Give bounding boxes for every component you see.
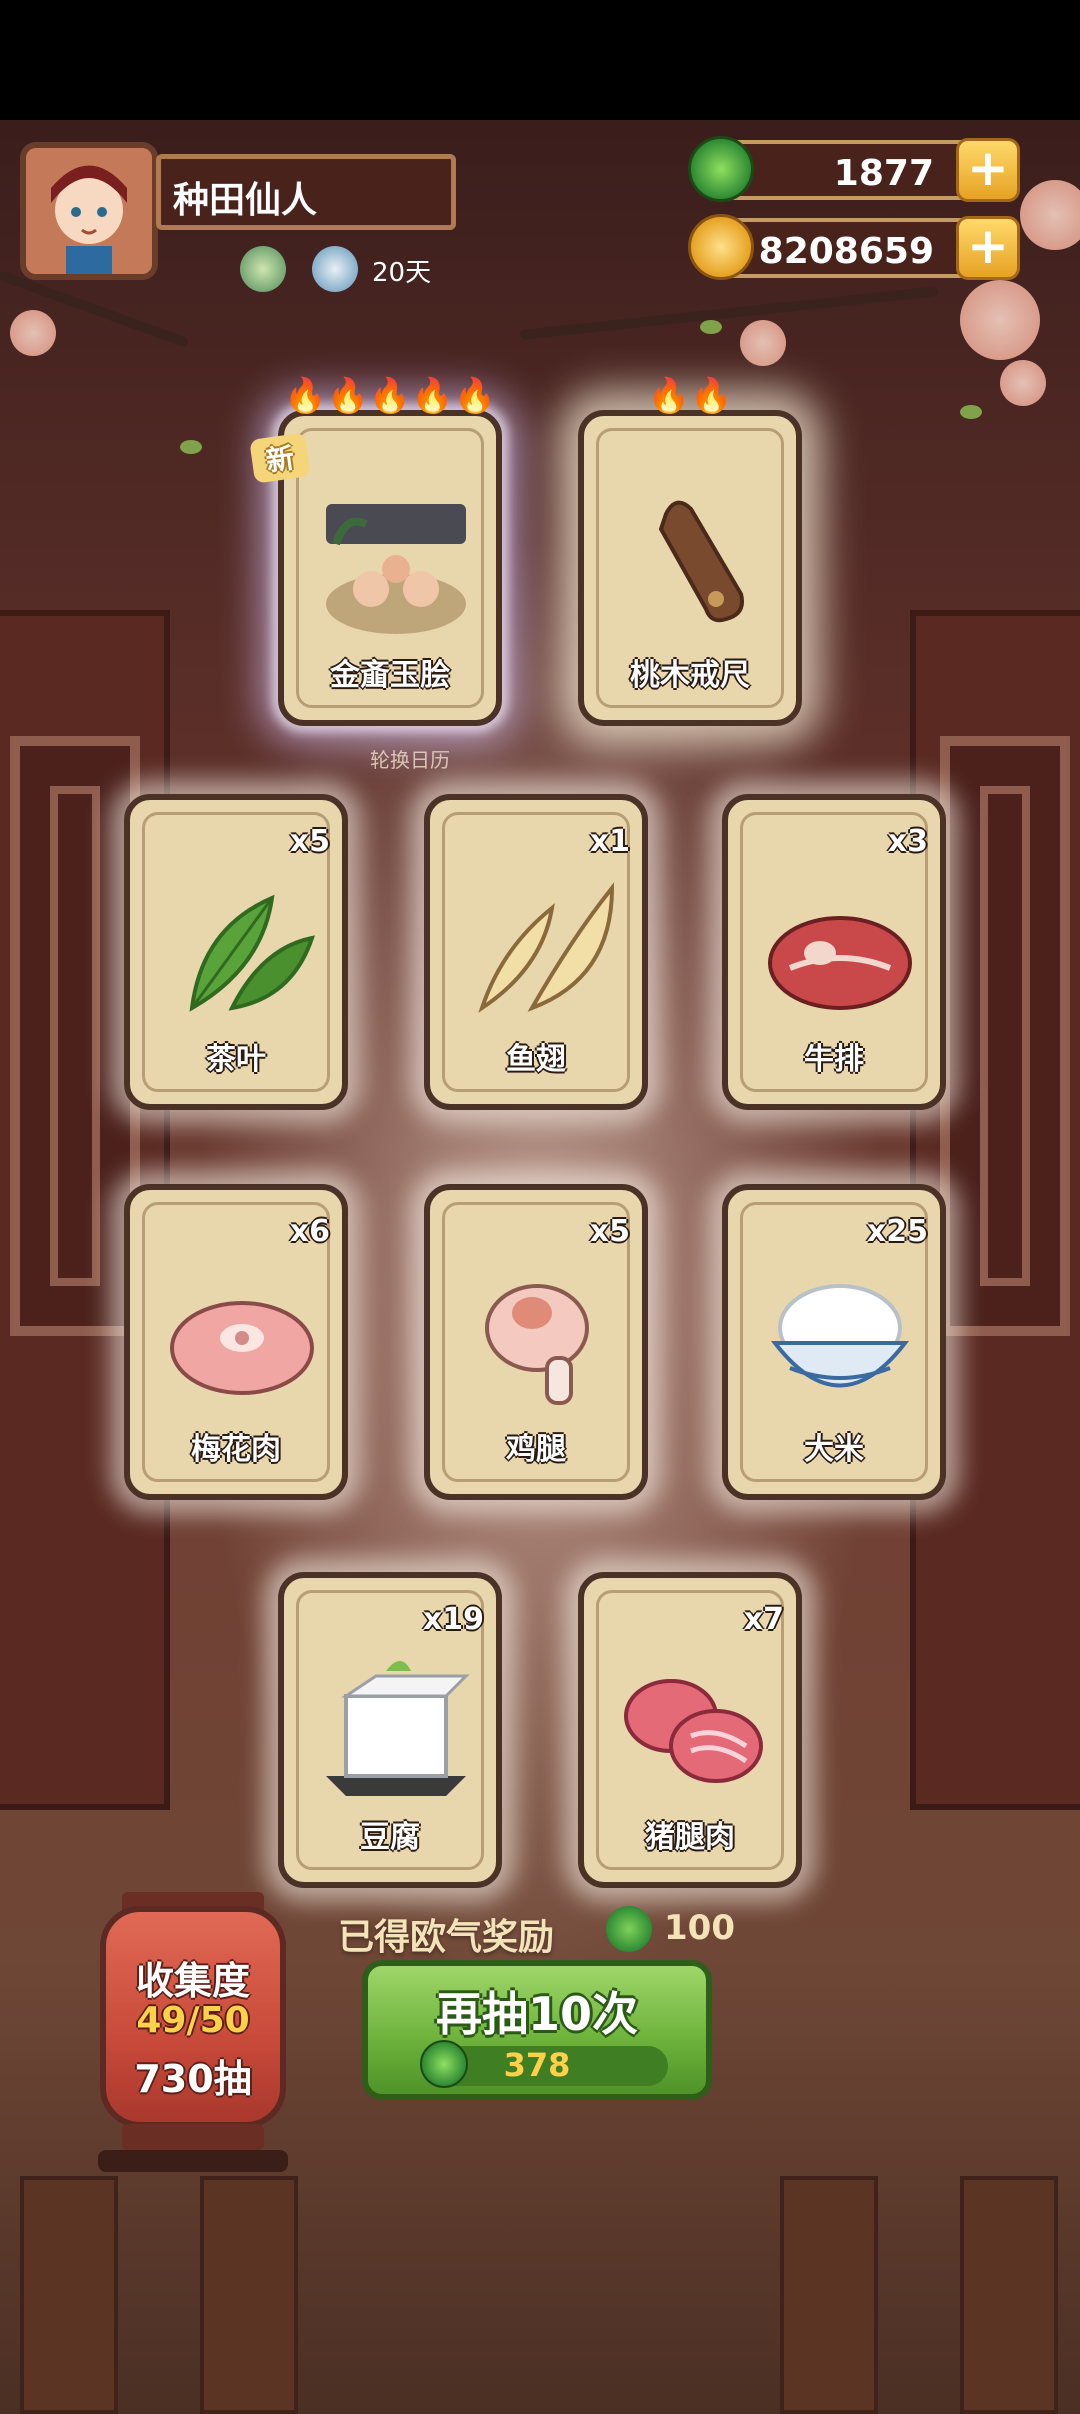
card-label: 豆腐 — [360, 1820, 420, 1855]
card-label: 大米 — [804, 1432, 864, 1467]
fence-post — [780, 2176, 878, 2414]
player-avatar[interactable] — [20, 142, 158, 280]
card-drumstick[interactable]: x5 鸡腿 — [424, 1184, 648, 1500]
lantern-base — [122, 2124, 264, 2150]
card-pork-leg[interactable]: x7 猪腿肉 — [578, 1572, 802, 1888]
jade-icon — [688, 136, 754, 202]
card-label: 金齑玉脍 — [330, 658, 450, 693]
card-tofu[interactable]: x19 豆腐 — [278, 1572, 502, 1888]
fence-post — [20, 2176, 118, 2414]
pork-leg-icon — [624, 1679, 763, 1783]
reward-text: 已得欧气奖励 — [338, 1917, 555, 1958]
farmer-status-icon[interactable] — [240, 246, 286, 292]
card-steak[interactable]: x3 牛排 — [722, 794, 946, 1110]
lantern-stand — [98, 2150, 288, 2172]
branch-decoration — [519, 286, 939, 340]
card-label: 鸡腿 — [506, 1432, 566, 1467]
rarity-flames-icon: 🔥🔥 — [647, 376, 733, 416]
card-label: 桃木戒尺 — [630, 658, 750, 693]
tofu-icon — [326, 1661, 470, 1796]
coin-icon — [688, 214, 754, 280]
player-name-box[interactable]: 种田仙人 — [156, 154, 456, 230]
card-featured-dish[interactable]: 🔥🔥🔥🔥🔥 新 金齑玉脍 — [249, 376, 502, 726]
fence-post — [960, 2176, 1058, 2414]
card-count: x6 — [289, 1214, 330, 1249]
jade-icon — [606, 1906, 652, 1952]
blossom-decoration — [1000, 360, 1046, 406]
draw-again-label: 再抽10次 — [435, 1987, 638, 2041]
pork-shoulder-icon — [170, 1301, 314, 1395]
card-count: x5 — [289, 824, 330, 859]
rotate-calendar-caption: 轮换日历 — [370, 748, 450, 772]
tea-leaf-icon — [189, 894, 315, 1012]
days-counter: 20天 — [372, 258, 432, 288]
card-tea-leaf[interactable]: x5 茶叶 — [124, 794, 348, 1110]
blossom-decoration — [740, 320, 786, 366]
dish-icon — [326, 504, 466, 634]
rice-bowl-icon — [770, 1284, 910, 1388]
collection-progress: 49/50 — [136, 2000, 250, 2041]
shark-fin-icon — [478, 882, 615, 1013]
rarity-flames-icon: 🔥🔥🔥🔥🔥 — [284, 376, 496, 416]
card-count: x19 — [422, 1602, 484, 1637]
fence-post — [200, 2176, 298, 2414]
leaf-decoration — [180, 440, 202, 454]
card-count: x3 — [887, 824, 928, 859]
card-count: x5 — [589, 1214, 630, 1249]
collection-title: 收集度 — [135, 1959, 250, 2003]
leaf-decoration — [700, 320, 722, 334]
card-pork-shoulder[interactable]: x6 梅花肉 — [124, 1184, 348, 1500]
player-name: 种田仙人 — [173, 180, 318, 221]
card-label: 梅花肉 — [191, 1432, 281, 1467]
card-shark-fin[interactable]: x1 鱼翅 — [424, 794, 648, 1110]
coin-resource-bar: 8208659 + — [688, 214, 1020, 280]
card-count: x25 — [866, 1214, 928, 1249]
new-badge: 新 — [249, 432, 311, 484]
blossom-decoration — [10, 310, 56, 356]
add-jade-button[interactable]: + — [956, 138, 1020, 202]
collection-draws: 730抽 — [134, 2057, 252, 2101]
jade-amount: 1877 — [833, 153, 934, 194]
card-label: 猪腿肉 — [645, 1820, 735, 1855]
draw-cost: 378 — [503, 2046, 571, 2084]
card-count: x1 — [589, 824, 630, 859]
card-label: 牛排 — [804, 1042, 864, 1077]
card-label: 鱼翅 — [506, 1042, 566, 1077]
draw-again-button[interactable]: 再抽10次 378 — [362, 1960, 712, 2100]
avatar-character-icon — [26, 148, 152, 274]
card-rice[interactable]: x25 大米 — [722, 1184, 946, 1500]
coin-amount: 8208659 — [758, 231, 934, 272]
card-count: x7 — [743, 1602, 784, 1637]
blossom-decoration — [1020, 180, 1080, 250]
ruler-icon — [658, 500, 744, 623]
leaf-decoration — [960, 405, 982, 419]
card-featured-ruler[interactable]: 🔥🔥 桃木戒尺 — [578, 376, 802, 726]
blossom-decoration — [960, 280, 1040, 360]
collection-lantern[interactable]: 收集度 49/50 730抽 — [100, 1906, 286, 2128]
steak-icon — [768, 916, 912, 1010]
jade-resource-bar: 1877 + — [688, 136, 1020, 202]
add-coin-button[interactable]: + — [956, 216, 1020, 280]
drumstick-icon — [485, 1284, 589, 1405]
bowl-status-icon[interactable] — [312, 246, 358, 292]
reward-amount: 100 — [664, 1908, 735, 1948]
card-label: 茶叶 — [206, 1042, 266, 1077]
